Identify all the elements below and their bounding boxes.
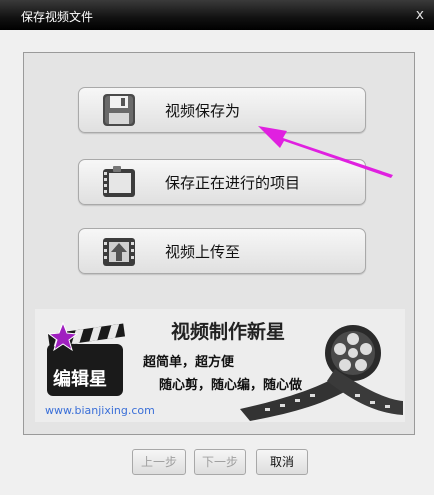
highlight-arrow-icon — [258, 126, 393, 178]
save-video-as-label: 视频保存为 — [165, 102, 241, 120]
banner-slogan-1: 超简单，超方便 — [143, 355, 235, 370]
floppy-disk-icon — [103, 94, 135, 126]
cancel-button[interactable]: 取消 — [256, 449, 308, 475]
options-panel: 视频保存为 保存正在进行的项目 视频上传至 编辑星 视频制作新星 超简单，超方便… — [23, 52, 415, 435]
title-bar: 保存视频文件 x — [0, 0, 434, 30]
banner-url[interactable]: www.bianjixing.com — [45, 404, 155, 417]
banner-logo-text: 编辑星 — [53, 369, 107, 390]
banner-slogan-2: 随心剪，随心编，随心做 — [159, 378, 303, 393]
window-title: 保存视频文件 — [21, 10, 94, 24]
prev-step-button[interactable]: 上一步 — [132, 449, 186, 475]
promo-banner[interactable]: 编辑星 视频制作新星 超简单，超方便 随心剪，随心编，随心做 www.bianj… — [35, 309, 405, 422]
next-step-button[interactable]: 下一步 — [194, 449, 246, 475]
upload-film-icon — [103, 238, 135, 266]
film-reel-folder-icon — [103, 166, 135, 197]
banner-headline: 视频制作新星 — [171, 321, 286, 343]
upload-video-button[interactable]: 视频上传至 — [78, 228, 366, 274]
upload-video-label: 视频上传至 — [165, 243, 241, 261]
dialog-body: 视频保存为 保存正在进行的项目 视频上传至 编辑星 视频制作新星 超简单，超方便… — [0, 30, 434, 495]
close-icon[interactable]: x — [416, 7, 424, 23]
